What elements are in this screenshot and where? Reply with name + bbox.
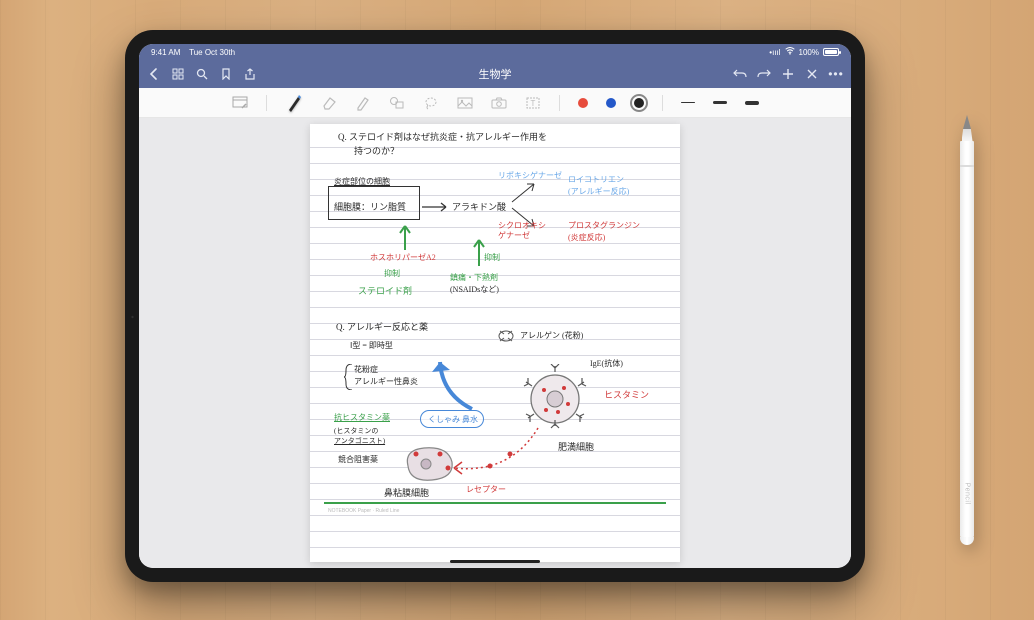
note-phospholipase: ホスホリパーゼA2 xyxy=(370,252,436,263)
note-leukotriene1: ロイコトリエン xyxy=(568,174,624,185)
status-date: Tue Oct 30th xyxy=(189,48,235,57)
note-arachidonic: アラキドン酸 xyxy=(452,200,506,213)
note-pg1: プロスタグランジン xyxy=(568,220,640,231)
redo-button[interactable] xyxy=(757,67,771,81)
note-box-main: 細胞膜：リン脂質 xyxy=(334,200,406,213)
textbox-tool[interactable]: T xyxy=(525,95,541,111)
red-path-icon xyxy=(450,424,550,484)
toolbar-divider xyxy=(266,95,267,111)
eraser-tool[interactable] xyxy=(321,95,337,111)
status-left: 9:41 AM Tue Oct 30th xyxy=(151,48,235,57)
note-antihistamine: 抗ヒスタミン薬 xyxy=(334,412,390,423)
ios-status-bar: 9:41 AM Tue Oct 30th •ıııl 100% xyxy=(139,44,851,60)
note-pg2: (炎症反応) xyxy=(568,232,605,243)
lasso-tool[interactable] xyxy=(423,95,439,111)
back-button[interactable] xyxy=(147,67,161,81)
pen-tool[interactable] xyxy=(285,94,303,112)
note-lipoxygenase: リポキシゲナーゼ xyxy=(498,170,562,181)
canvas-area[interactable]: Q. ステロイド剤はなぜ抗炎症・抗アレルギー作用を 持つのか？ 炎症部位の細胞 … xyxy=(139,118,851,568)
highlighter-tool[interactable] xyxy=(355,95,371,111)
stroke-thick[interactable] xyxy=(745,101,759,105)
shape-tool[interactable] xyxy=(389,95,405,111)
note-antagonist1: (ヒスタミンの xyxy=(334,426,378,436)
document-title: 生物学 xyxy=(479,66,512,82)
color-red[interactable] xyxy=(578,98,588,108)
note-allergen: アレルゲン (花粉) xyxy=(520,330,583,341)
bookmark-button[interactable] xyxy=(219,67,233,81)
note-inhibit2: 抑制 xyxy=(484,252,500,263)
note-ex2: アレルギー性鼻炎 xyxy=(354,376,418,387)
blue-flow-arrow-icon xyxy=(432,354,482,414)
pencil-cap xyxy=(960,537,974,545)
thumbnails-button[interactable] xyxy=(171,67,185,81)
pencil-body: Pencil xyxy=(960,141,974,537)
app-navbar: 生物学 ••• xyxy=(139,60,851,88)
close-button[interactable] xyxy=(805,67,819,81)
undo-button[interactable] xyxy=(733,67,747,81)
ipad-screen: 9:41 AM Tue Oct 30th •ıııl 100% xyxy=(139,44,851,568)
status-time: 9:41 AM xyxy=(151,48,180,57)
note-inhibit1: 抑制 xyxy=(384,268,400,279)
add-button[interactable] xyxy=(781,67,795,81)
note-receptor: レセプター xyxy=(466,484,506,495)
readonly-tool[interactable] xyxy=(232,95,248,111)
note-nsaids1: 鎮痛・下熱剤 xyxy=(450,272,498,283)
status-right: •ıııl 100% xyxy=(769,47,839,57)
page-footer-text: NOTEBOOK Paper · Ruled Line xyxy=(328,508,399,514)
note-compete: 競合阻害薬 xyxy=(338,454,378,465)
home-indicator[interactable] xyxy=(450,560,540,563)
green-arrow-icon xyxy=(398,224,412,252)
mast-cell-drawing xyxy=(520,364,590,430)
toolbar-divider xyxy=(559,95,560,111)
image-tool[interactable] xyxy=(457,95,473,111)
note-q1-line2: 持つのか？ xyxy=(354,144,399,157)
svg-text:T: T xyxy=(530,99,535,108)
arrow-icon xyxy=(422,202,452,212)
note-box-top: 炎症部位の細胞 xyxy=(334,176,390,187)
battery-icon xyxy=(823,48,839,56)
toolbar-divider xyxy=(662,95,663,111)
arrow-icon xyxy=(510,180,540,204)
apple-pencil: Pencil xyxy=(960,115,974,545)
battery-pct: 100% xyxy=(799,48,819,57)
brace-icon xyxy=(344,364,354,390)
green-underline xyxy=(324,502,666,504)
signal-icon: •ıııl xyxy=(769,48,780,57)
wifi-icon xyxy=(785,47,795,57)
note-q2: Q. アレルギー反応と薬 xyxy=(336,320,428,333)
note-ige: IgE(抗体) xyxy=(590,358,623,369)
search-button[interactable] xyxy=(195,67,209,81)
note-mucosal: 鼻粘膜細胞 xyxy=(384,486,429,499)
note-type1: Ⅰ型 = 即時型 xyxy=(350,340,393,351)
note-antagonist2: アンタゴニスト) xyxy=(334,436,385,446)
more-button[interactable]: ••• xyxy=(829,67,843,81)
note-nsaids2: (NSAIDsなど) xyxy=(450,284,499,295)
drawing-toolbar: T xyxy=(139,88,851,118)
note-q1-line1: Q. ステロイド剤はなぜ抗炎症・抗アレルギー作用を xyxy=(338,130,547,143)
note-leukotriene2: (アレルギー反応) xyxy=(568,186,629,197)
pencil-label: Pencil xyxy=(964,482,971,504)
stroke-thin[interactable] xyxy=(681,102,695,103)
note-ex1: 花粉症 xyxy=(354,364,378,375)
color-black[interactable] xyxy=(634,98,644,108)
ipad-device: 9:41 AM Tue Oct 30th •ıııl 100% xyxy=(125,30,865,582)
color-blue[interactable] xyxy=(606,98,616,108)
note-steroid: ステロイド剤 xyxy=(358,284,412,297)
pencil-cone xyxy=(962,129,973,141)
camera-tool[interactable] xyxy=(491,95,507,111)
note-histamine: ヒスタミン xyxy=(604,388,649,401)
share-button[interactable] xyxy=(243,67,257,81)
stroke-medium[interactable] xyxy=(713,101,727,104)
note-mastcell: 肥満細胞 xyxy=(558,440,594,453)
allergen-icon xyxy=(496,328,516,344)
note-page[interactable]: Q. ステロイド剤はなぜ抗炎症・抗アレルギー作用を 持つのか？ 炎症部位の細胞 … xyxy=(310,124,680,562)
pencil-tip xyxy=(963,115,971,129)
note-cox2: ゲナーゼ xyxy=(498,230,530,241)
